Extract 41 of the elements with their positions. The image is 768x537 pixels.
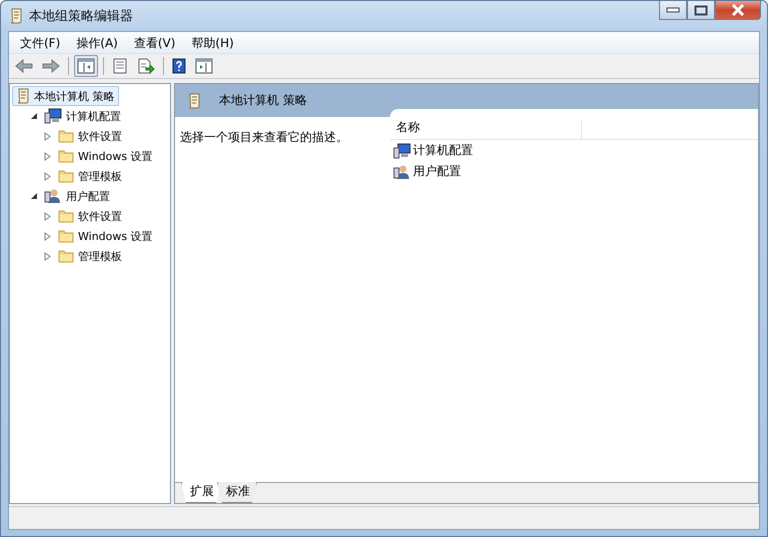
details-title: 本地计算机 策略 — [219, 92, 307, 109]
description-text: 选择一个项目来查看它的描述。 — [179, 129, 349, 146]
tree-item[interactable]: 软件设置 — [54, 126, 126, 146]
tree-item[interactable]: Windows 设置 — [54, 226, 157, 246]
menu-item[interactable]: 文件(F) — [13, 33, 70, 52]
menu-item[interactable]: 操作(A) — [69, 33, 127, 52]
folder-icon — [58, 169, 74, 183]
maximize-button[interactable] — [687, 1, 715, 20]
computer-icon — [44, 108, 62, 124]
tree-item[interactable]: 管理模板 — [54, 246, 126, 266]
folder-icon — [58, 149, 74, 163]
menu-item[interactable]: 帮助(H) — [184, 33, 243, 52]
minimize-icon — [666, 7, 680, 13]
list-item[interactable]: 用户配置 — [390, 161, 758, 182]
user-icon — [393, 164, 411, 180]
close-icon — [731, 4, 745, 16]
tree-item[interactable]: Windows 设置 — [54, 146, 157, 166]
tree-item[interactable]: 本地计算机 策略 — [12, 86, 118, 106]
folder-icon — [58, 249, 74, 263]
list-item[interactable]: 计算机配置 — [390, 140, 758, 161]
tree-item[interactable]: 计算机配置 — [40, 106, 125, 126]
scroll-icon — [187, 92, 201, 108]
folder-icon — [58, 209, 74, 223]
folder-icon — [58, 229, 74, 243]
column-header[interactable]: 名称 — [390, 119, 582, 139]
minimize-button[interactable] — [659, 1, 687, 20]
tree-item[interactable]: 用户配置 — [40, 186, 114, 206]
close-button[interactable] — [715, 1, 761, 20]
maximize-icon — [694, 4, 708, 16]
tree-item[interactable]: 管理模板 — [54, 166, 126, 186]
window-title: 本地组策略编辑器 — [29, 8, 134, 25]
tree-pane-icon[interactable] — [74, 55, 98, 77]
scroll-icon — [16, 88, 30, 104]
user-icon — [44, 188, 62, 204]
scroll-icon — [9, 8, 23, 24]
tab[interactable]: 扩展 — [181, 482, 221, 503]
menu-item[interactable]: 查看(V) — [126, 33, 184, 52]
computer-icon — [393, 142, 411, 158]
tree-item[interactable]: 软件设置 — [54, 206, 126, 226]
folder-icon — [58, 129, 74, 143]
tab[interactable]: 标准 — [217, 482, 257, 503]
